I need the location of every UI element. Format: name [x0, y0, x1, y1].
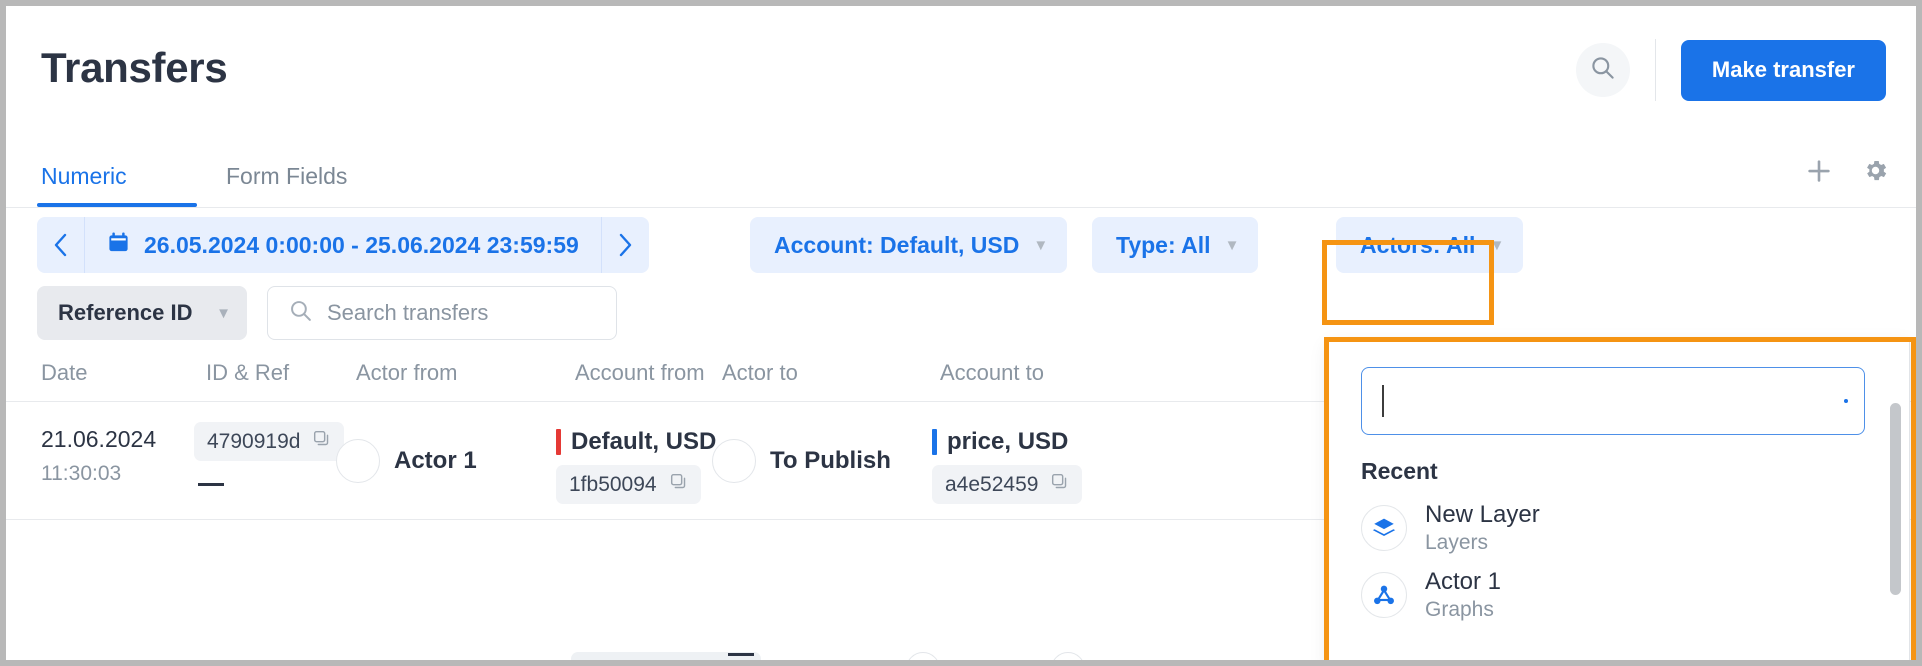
column-header-account-from[interactable]: Account from	[575, 360, 705, 386]
dropdown-section-title: Recent	[1361, 458, 1438, 484]
tab-numeric-label: Numeric	[41, 162, 127, 189]
row-account-to-chip[interactable]: a4e52459	[932, 465, 1083, 504]
date-range-label: 26.05.2024 0:00:00 - 25.06.2024 23:59:59	[144, 231, 579, 258]
cell-actor-to: To Publish	[712, 439, 891, 483]
filter-chip-actors-label: Actors: All	[1360, 231, 1476, 258]
cell-account-from: Default, USD 1fb50094	[556, 428, 716, 504]
filter-bar: 26.05.2024 0:00:00 - 25.06.2024 23:59:59…	[6, 208, 1916, 280]
row-account-to-title: price, USD	[932, 428, 1082, 456]
search-row: Reference ID ▼ Search transfers	[6, 280, 1916, 346]
filter-chip-account[interactable]: Account: Default, USD ▼	[750, 217, 1068, 273]
dropdown-item-new-layer[interactable]: New Layer Layers	[1351, 497, 1871, 559]
copy-icon[interactable]	[312, 429, 331, 454]
chevron-down-icon: ▼	[216, 304, 231, 322]
row-actor-to: To Publish	[770, 447, 891, 474]
cell-account-to: price, USD a4e52459	[932, 428, 1083, 504]
dropdown-item-subtitle: Layers	[1425, 530, 1489, 554]
column-header-date[interactable]: Date	[41, 360, 87, 386]
dropdown-item-title: Actor 1	[1425, 568, 1502, 596]
input-indicator-dot	[1844, 399, 1848, 403]
search-field-selector[interactable]: Reference ID ▼	[37, 286, 247, 340]
copy-icon[interactable]	[669, 472, 688, 497]
actors-dropdown-panel: Recent New Layer Layers Actor 1 Graphs	[1328, 341, 1910, 660]
tab-form-fields-label: Form Fields	[226, 162, 348, 189]
filter-chip-type-label: Type: All	[1116, 231, 1211, 258]
avatar	[1051, 652, 1085, 660]
calendar-icon	[107, 231, 130, 260]
copy-icon[interactable]	[1050, 472, 1069, 497]
row-account-from-title: Default, USD	[556, 428, 716, 456]
search-icon	[288, 298, 313, 328]
filter-chip-account-label: Account: Default, USD	[774, 231, 1020, 258]
row-time: 11:30:03	[41, 462, 122, 485]
dropdown-item-actor-1[interactable]: Actor 1 Graphs	[1351, 564, 1871, 626]
search-input-placeholder: Search transfers	[327, 300, 489, 325]
chevron-down-icon: ▼	[1224, 236, 1240, 254]
tab-active-underline	[37, 203, 197, 207]
search-icon	[1589, 54, 1616, 86]
avatar	[906, 652, 940, 660]
dropdown-item-subtitle: Graphs	[1425, 597, 1494, 621]
tab-bar-actions	[1802, 156, 1892, 190]
search-field-selector-label: Reference ID	[58, 300, 193, 325]
account-color-bar	[556, 429, 561, 455]
cell-date: 21.06.2024 11:30:03	[41, 426, 156, 486]
column-header-actor-from[interactable]: Actor from	[356, 360, 457, 386]
date-prev-button[interactable]	[37, 217, 84, 273]
page-title: Transfers	[41, 44, 228, 91]
tab-numeric[interactable]: Numeric	[41, 145, 127, 207]
account-color-bar	[932, 429, 937, 455]
row-id-chip[interactable]: 4790919d	[194, 422, 345, 461]
date-range-value-button[interactable]: 26.05.2024 0:00:00 - 25.06.2024 23:59:59	[85, 217, 601, 273]
row-account-from-id-wrap: 1fb50094	[556, 465, 716, 504]
text-cursor	[1382, 385, 1384, 417]
row-date: 21.06.2024	[41, 426, 157, 452]
gear-icon	[1862, 157, 1889, 189]
layers-icon	[1361, 505, 1407, 551]
graph-icon	[1361, 572, 1407, 618]
page-header: Transfers Make transfer	[6, 6, 1916, 145]
row-account-from: Default, USD	[571, 428, 717, 455]
row-account-from-id: 1fb50094	[569, 472, 657, 496]
chevron-down-icon: ▼	[1489, 236, 1505, 254]
row-account-to-id-wrap: a4e52459	[932, 465, 1083, 504]
row-account-from-chip[interactable]: 1fb50094	[556, 465, 701, 504]
dropdown-item-title: New Layer	[1425, 501, 1540, 529]
column-header-account-to[interactable]: Account to	[940, 360, 1044, 386]
cell-actor-from: Actor 1	[336, 439, 477, 483]
row-ref-empty	[198, 483, 224, 486]
search-input-wrapper[interactable]: Search transfers	[267, 286, 617, 340]
row-account-to: price, USD	[947, 428, 1069, 455]
make-transfer-button[interactable]: Make transfer	[1680, 39, 1886, 101]
date-range-filter[interactable]: 26.05.2024 0:00:00 - 25.06.2024 23:59:59	[37, 217, 649, 273]
chevron-left-icon	[54, 233, 66, 257]
header-divider	[1654, 39, 1656, 101]
cell-id-ref: 4790919d	[194, 422, 345, 486]
date-next-button[interactable]	[602, 217, 649, 273]
row-id-value: 4790919d	[207, 429, 301, 453]
dropdown-item-text: New Layer Layers	[1425, 502, 1540, 553]
filter-chip-actors[interactable]: Actors: All ▼	[1336, 217, 1524, 273]
tab-form-fields[interactable]: Form Fields	[226, 145, 347, 207]
dropdown-scrollbar[interactable]	[1890, 403, 1901, 595]
actors-search-input[interactable]	[1361, 367, 1865, 435]
row-account-to-id: a4e52459	[945, 472, 1039, 496]
tab-bar: Numeric Form Fields	[6, 145, 1916, 208]
partial-row-dash	[728, 653, 754, 656]
column-header-actor-to[interactable]: Actor to	[722, 360, 798, 386]
avatar	[712, 439, 756, 483]
chevron-right-icon	[620, 233, 632, 257]
dropdown-item-text: Actor 1 Graphs	[1425, 569, 1501, 620]
search-icon-button[interactable]	[1575, 43, 1630, 97]
app-window: Transfers Make transfer Numeric Form Fie…	[0, 0, 1922, 666]
column-header-id-ref[interactable]: ID & Ref	[206, 360, 289, 386]
plus-icon	[1804, 156, 1834, 191]
chevron-down-icon: ▼	[1033, 236, 1049, 254]
settings-button[interactable]	[1858, 156, 1892, 190]
row-actor-from: Actor 1	[394, 447, 477, 474]
add-column-button[interactable]	[1802, 156, 1836, 190]
header-actions: Make transfer	[1575, 39, 1886, 101]
filter-chip-type[interactable]: Type: All ▼	[1092, 217, 1259, 273]
avatar	[336, 439, 380, 483]
